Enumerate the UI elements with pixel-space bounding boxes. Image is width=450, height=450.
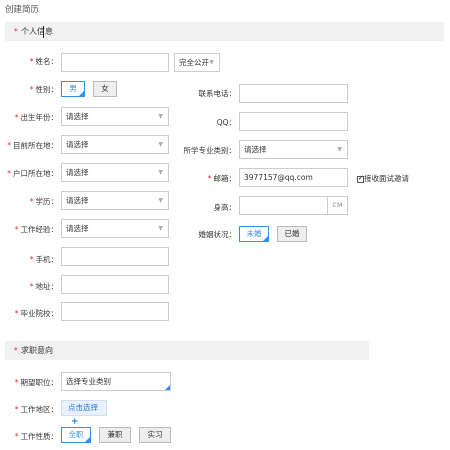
birth-label: * 出生年份： xyxy=(14,113,58,122)
position-label: * 期望职位： xyxy=(14,378,58,387)
triangle-down-icon: ▼ xyxy=(158,141,163,148)
phone-input[interactable] xyxy=(239,84,348,103)
section-title-personal: 个人信息 xyxy=(21,27,53,36)
school-input[interactable] xyxy=(61,302,169,321)
education-select[interactable]: 请选择 ▼ xyxy=(61,191,169,210)
plus-icon: + xyxy=(71,417,79,427)
required-marker: * xyxy=(14,27,18,36)
major-label: 所学专业类别： xyxy=(183,146,237,155)
work-type-fulltime-button[interactable]: 全职 xyxy=(61,427,91,443)
hukou-select[interactable]: 请选择 ▼ xyxy=(61,163,169,182)
triangle-down-icon: ▼ xyxy=(209,59,214,66)
selected-corner-icon xyxy=(263,236,268,241)
required-marker: * xyxy=(7,169,11,178)
email-label: * 邮箱： xyxy=(207,174,236,183)
name-visibility-select[interactable]: 完全公开 ▼ xyxy=(174,53,220,72)
triangle-down-icon: ▼ xyxy=(158,113,163,120)
hukou-label: * 户口所在地： xyxy=(7,169,58,178)
experience-label: * 工作经验： xyxy=(14,225,58,234)
marital-single-button[interactable]: 未婚 xyxy=(239,226,269,242)
section-title-intent: 求职意向 xyxy=(21,346,53,355)
section-bar-personal: * 个人信息 xyxy=(5,22,444,41)
text-cursor-icon xyxy=(43,26,44,38)
work-type-parttime-button[interactable]: 兼职 xyxy=(99,427,131,443)
page-title: 创建简历 xyxy=(5,5,40,15)
required-marker: * xyxy=(29,57,34,66)
height-unit: CM xyxy=(327,197,347,214)
required-marker: * xyxy=(14,405,19,414)
birth-year-select[interactable]: 请选择 ▼ xyxy=(61,107,169,126)
mobile-label: * 手机： xyxy=(29,255,58,264)
required-marker: * xyxy=(29,255,34,264)
qq-input[interactable] xyxy=(239,112,348,131)
name-label: * 姓名： xyxy=(29,57,58,66)
selected-corner-icon xyxy=(165,385,170,390)
marital-label: 婚姻状况： xyxy=(198,230,237,239)
work-area-label: * 工作地区： xyxy=(14,405,58,414)
location-label: * 目前所在地： xyxy=(7,141,58,150)
select-area-button[interactable]: 点击选择+ xyxy=(61,400,107,427)
triangle-down-icon: ▼ xyxy=(337,146,342,153)
phone-label: 联系电话： xyxy=(198,89,237,98)
location-select[interactable]: 请选择 ▼ xyxy=(61,135,169,154)
interview-invite-checkbox[interactable] xyxy=(357,174,364,183)
education-label: * 学历： xyxy=(29,197,58,206)
name-input[interactable] xyxy=(61,53,169,72)
gender-female-button[interactable]: 女 xyxy=(93,81,117,97)
required-marker: * xyxy=(14,432,19,441)
selected-corner-icon xyxy=(79,91,84,96)
school-label: * 毕业院校： xyxy=(14,309,58,318)
triangle-down-icon: ▼ xyxy=(158,225,163,232)
required-marker: * xyxy=(14,378,19,387)
triangle-down-icon: ▼ xyxy=(158,197,163,204)
mobile-input[interactable] xyxy=(61,247,169,266)
height-label: 身高： xyxy=(213,203,237,212)
required-marker: * xyxy=(29,197,34,206)
gender-label: * 性别： xyxy=(29,85,58,94)
triangle-down-icon: ▼ xyxy=(158,169,163,176)
address-input[interactable] xyxy=(61,275,169,294)
required-marker: * xyxy=(29,85,34,94)
selected-corner-icon xyxy=(85,437,90,442)
required-marker: * xyxy=(14,309,19,318)
email-input[interactable]: 3977157@qq.com xyxy=(239,168,348,187)
gender-male-button[interactable]: 男 xyxy=(61,81,85,97)
required-marker: * xyxy=(14,225,19,234)
experience-select[interactable]: 请选择 ▼ xyxy=(61,219,169,238)
interview-invite-label: 接收面试邀请 xyxy=(364,174,409,183)
required-marker: * xyxy=(207,174,212,183)
work-type-label: * 工作性质： xyxy=(14,432,58,441)
height-input[interactable]: CM xyxy=(239,196,348,215)
required-marker: * xyxy=(14,113,19,122)
required-marker: * xyxy=(7,141,11,150)
work-type-intern-button[interactable]: 实习 xyxy=(139,427,171,443)
section-bar-intent: * 求职意向 xyxy=(5,341,369,360)
major-select[interactable]: 请选择 ▼ xyxy=(239,140,348,159)
position-select[interactable]: 选择专业类别 xyxy=(61,372,171,391)
required-marker: * xyxy=(29,282,34,291)
address-label: * 地址： xyxy=(29,282,58,291)
required-marker: * xyxy=(14,346,18,355)
qq-label: QQ： xyxy=(216,118,236,127)
interview-invite-option[interactable]: 接收面试邀请 xyxy=(357,173,409,184)
marital-married-button[interactable]: 已婚 xyxy=(277,226,307,242)
visibility-value: 完全公开 xyxy=(179,58,209,67)
